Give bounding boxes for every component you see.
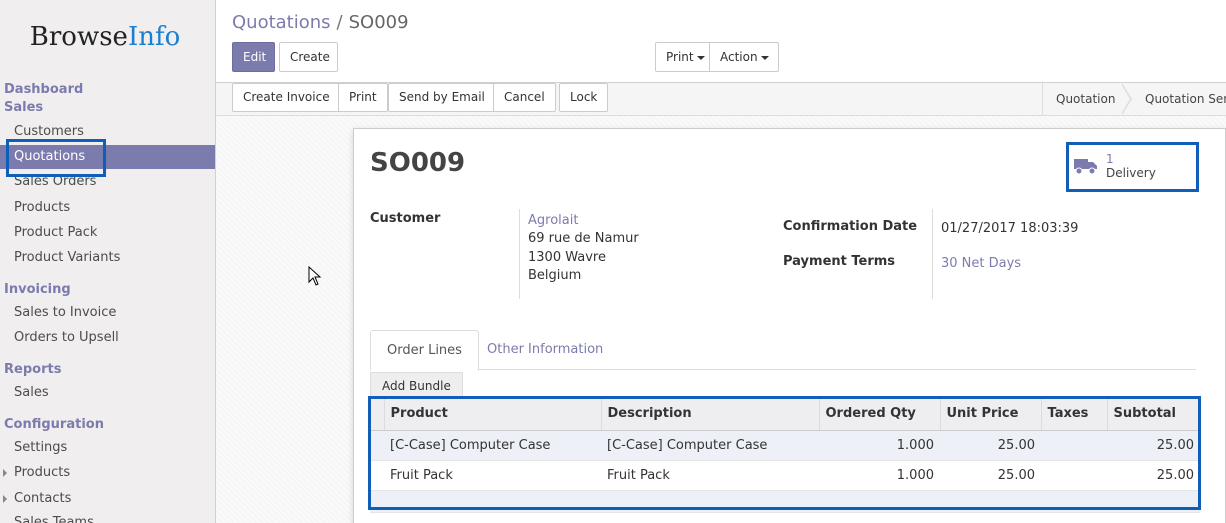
cell-description[interactable]: Fruit Pack <box>601 460 819 491</box>
brand-logo-part1: Browse <box>29 22 128 52</box>
sidebar-section-configuration: Configuration <box>4 417 104 432</box>
confirmation-date-value: 01/27/2017 18:03:39 <box>941 221 1079 236</box>
breadcrumb-quotations-link[interactable]: Quotations <box>232 12 331 33</box>
sidebar-item-quotations[interactable]: Quotations <box>0 145 215 169</box>
sidebar-item-product-variants[interactable]: Product Variants <box>0 246 215 270</box>
delivery-smart-button[interactable]: 1 Delivery <box>1070 146 1196 188</box>
cell-unit-price[interactable]: 25.00 <box>940 430 1041 461</box>
column-header-product[interactable]: Product <box>383 398 601 431</box>
sidebar-item-reports-sales[interactable]: Sales <box>0 381 215 405</box>
payment-terms-value[interactable]: 30 Net Days <box>941 256 1021 271</box>
column-header-description[interactable]: Description <box>600 398 819 431</box>
sidebar-item-config-products[interactable]: Products <box>0 461 215 485</box>
cell-subtotal: 25.00 <box>1107 430 1200 461</box>
print-dropdown[interactable]: Print <box>655 42 710 72</box>
confirmation-date-label: Confirmation Date <box>783 219 918 234</box>
cell-taxes[interactable] <box>1041 430 1107 461</box>
cell-description[interactable]: [C-Case] Computer Case <box>601 430 819 461</box>
sidebar: BrowseInfo Dashboard Sales Customers Quo… <box>0 0 216 523</box>
cell-product[interactable]: Fruit Pack <box>384 460 601 491</box>
tab-order-lines[interactable]: Order Lines <box>370 330 479 371</box>
sidebar-section-dashboard[interactable]: Dashboard <box>4 82 83 97</box>
cancel-button[interactable]: Cancel <box>493 83 556 112</box>
table-empty-row <box>370 490 1200 513</box>
create-invoice-button[interactable]: Create Invoice <box>232 83 341 112</box>
mouse-cursor-icon <box>308 266 322 286</box>
order-lines-table: Product Description Ordered Qty Unit Pri… <box>370 398 1200 513</box>
sidebar-item-product-pack[interactable]: Product Pack <box>0 221 215 245</box>
stage-arrow <box>1121 83 1132 115</box>
delivery-label: Delivery <box>1106 166 1156 180</box>
sidebar-item-products[interactable]: Products <box>0 196 215 220</box>
edit-button[interactable]: Edit <box>232 42 275 72</box>
truck-icon <box>1074 159 1097 175</box>
cell-qty[interactable]: 1.000 <box>819 460 940 491</box>
sidebar-section-sales: Sales <box>4 100 44 115</box>
sidebar-item-customers[interactable]: Customers <box>0 120 215 144</box>
sidebar-item-settings[interactable]: Settings <box>0 436 215 460</box>
row-handle <box>370 460 384 491</box>
breadcrumb-current: SO009 <box>348 12 409 33</box>
action-dropdown[interactable]: Action <box>709 42 779 72</box>
customer-address-line1: 69 rue de Namur <box>528 231 639 246</box>
cell-product[interactable]: [C-Case] Computer Case <box>384 430 601 461</box>
table-row[interactable]: Fruit Pack Fruit Pack 1.000 25.00 25.00 <box>370 460 1200 491</box>
action-dropdown-label: Action <box>720 50 758 64</box>
header-handle <box>370 398 384 431</box>
stage-quotation-sent[interactable]: Quotation Sent <box>1145 83 1226 115</box>
brand-logo-part2: Info <box>127 22 181 52</box>
print-button[interactable]: Print <box>338 83 388 112</box>
sidebar-item-sales-teams[interactable]: Sales Teams <box>0 511 215 523</box>
cell-taxes[interactable] <box>1041 460 1107 491</box>
sidebar-section-invoicing: Invoicing <box>4 282 71 297</box>
order-title: SO009 <box>370 148 466 178</box>
sidebar-item-contacts[interactable]: Contacts <box>0 487 215 511</box>
sidebar-section-reports: Reports <box>4 362 62 377</box>
field-separator <box>519 209 520 299</box>
print-dropdown-label: Print <box>666 50 694 64</box>
column-header-subtotal[interactable]: Subtotal <box>1106 398 1200 431</box>
lock-button[interactable]: Lock <box>559 83 609 112</box>
brand-logo[interactable]: BrowseInfo <box>0 22 210 52</box>
stage-quotation[interactable]: Quotation <box>1056 83 1115 115</box>
field-separator <box>932 209 933 299</box>
chevron-down-icon <box>696 55 705 60</box>
notebook-tabs: Order Lines Other Information <box>370 330 1196 371</box>
empty-cell <box>370 490 1200 513</box>
statusbar-divider <box>1042 83 1043 115</box>
delivery-count: 1 <box>1106 152 1114 166</box>
column-header-ordered-qty[interactable]: Ordered Qty <box>818 398 940 431</box>
table-row[interactable]: [C-Case] Computer Case [C-Case] Computer… <box>370 430 1200 461</box>
customer-label: Customer <box>370 211 441 226</box>
customer-address-line2: 1300 Wavre <box>528 250 606 265</box>
breadcrumb-separator: / <box>336 12 343 33</box>
column-header-taxes[interactable]: Taxes <box>1040 398 1107 431</box>
breadcrumb: Quotations / SO009 <box>232 12 409 33</box>
control-panel: Quotations / SO009 Edit Create Print Actio… <box>216 0 1226 83</box>
customer-link[interactable]: Agrolait <box>528 213 578 228</box>
sidebar-item-orders-to-upsell[interactable]: Orders to Upsell <box>0 326 215 350</box>
sidebar-item-sales-to-invoice[interactable]: Sales to Invoice <box>0 301 215 325</box>
cell-qty[interactable]: 1.000 <box>819 430 940 461</box>
add-bundle-button[interactable]: Add Bundle <box>370 372 463 398</box>
table-header-row: Product Description Ordered Qty Unit Pri… <box>370 398 1200 431</box>
chevron-down-icon <box>760 55 769 60</box>
customer-address-line3: Belgium <box>528 268 582 283</box>
create-button[interactable]: Create <box>279 42 338 72</box>
statusbar: Create Invoice Print Send by Email Cance… <box>216 83 1226 116</box>
tab-other-information[interactable]: Other Information <box>471 330 619 371</box>
row-handle <box>370 430 384 461</box>
cell-unit-price[interactable]: 25.00 <box>940 460 1041 491</box>
payment-terms-label: Payment Terms <box>783 254 896 269</box>
sidebar-item-sales-orders[interactable]: Sales Orders <box>0 170 215 194</box>
cell-subtotal: 25.00 <box>1107 460 1200 491</box>
column-header-unit-price[interactable]: Unit Price <box>939 398 1041 431</box>
send-by-email-button[interactable]: Send by Email <box>388 83 496 112</box>
